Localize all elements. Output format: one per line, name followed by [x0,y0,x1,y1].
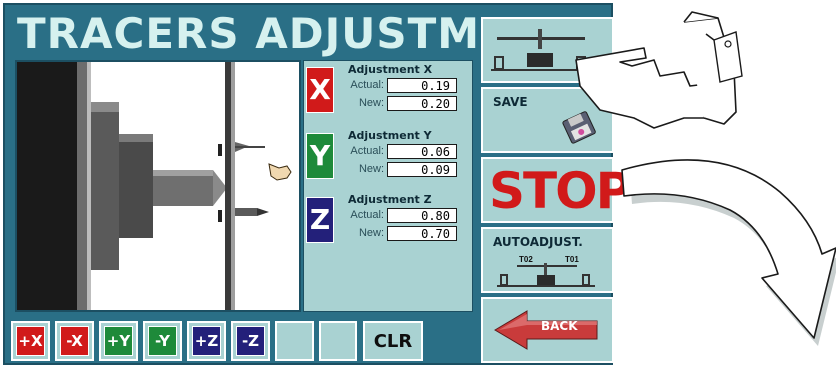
new-label: New: [358,227,384,239]
clear-label: CLR [373,330,413,352]
tracer-icon-stem [538,29,542,49]
adjustment-y-new-row: New: 0.09 [340,160,470,178]
tool-plate [225,62,231,310]
minus-z-button[interactable]: -Z [231,321,270,361]
axis-x-badge[interactable]: X [306,67,334,113]
minus-z-chip: -Z [236,326,265,356]
spindle-step-1 [91,102,119,270]
adjustment-y-title: Adjustment Y [348,129,432,142]
plus-z-chip: +Z [192,326,221,356]
adjustment-z-group: Adjustment Z Actual: 0.80 New: 0.70 [340,193,470,242]
minus-x-button[interactable]: -X [55,321,94,361]
adjustment-panel: X Adjustment X Actual: 0.19 New: 0.20 Y … [303,60,473,312]
tracer-pin-1 [218,144,222,156]
axis-y-badge[interactable]: Y [306,133,334,179]
actual-label: Actual: [350,209,384,221]
new-label: New: [358,97,384,109]
adjustment-y-actual-value: 0.06 [387,143,457,159]
chuck-body [17,62,77,310]
minus-x-chip: -X [60,326,89,356]
actual-label: Actual: [350,79,384,91]
adjustment-x-group: Adjustment X Actual: 0.19 New: 0.20 [340,63,470,112]
chuck-face [77,62,87,310]
adjustment-z-actual-row: Actual: 0.80 [340,206,470,224]
tool-plate-edge [231,62,235,310]
workpiece-highlight [153,170,213,176]
adjustment-z-title: Adjustment Z [348,193,432,206]
axis-z-badge[interactable]: Z [306,197,334,243]
new-label: New: [358,163,384,175]
actual-label: Actual: [350,145,384,157]
machine-view [15,60,301,312]
plus-y-button[interactable]: +Y [99,321,138,361]
pointer-hand-icon [268,163,292,181]
back-label: BACK [541,319,578,333]
spindle-step-2 [119,134,153,238]
minus-y-button[interactable]: -Y [143,321,182,361]
plus-x-chip: +X [16,326,45,356]
clear-button[interactable]: CLR [363,321,423,361]
minus-y-chip: -Y [148,326,177,356]
tracers-adjustment-panel: TRACERS ADJUSTMENT X Adjustment X Actual… [3,3,632,365]
empty-button[interactable] [275,321,314,361]
tracer-lower-body [235,208,257,216]
tracer-needle-lower [257,208,269,216]
large-pointing-hand-icon [575,11,737,129]
adjustment-x-actual-value: 0.19 [387,77,457,93]
plus-x-button[interactable]: +X [11,321,50,361]
autoadjust-label: AUTOADJUST. [493,235,583,249]
plus-z-button[interactable]: +Z [187,321,226,361]
tracer-pin-2 [218,210,222,222]
adjustment-x-new-input[interactable]: 0.20 [387,95,457,111]
adjustment-x-title: Adjustment X [348,63,433,76]
adjustment-z-actual-value: 0.80 [387,207,457,223]
adjustment-z-new-row: New: 0.70 [340,224,470,242]
empty-button-2[interactable] [319,321,357,361]
spindle-highlight-2 [119,134,153,142]
adjustment-y-new-input[interactable]: 0.09 [387,161,457,177]
adjustment-y-group: Adjustment Y Actual: 0.06 New: 0.09 [340,129,470,178]
adjustment-z-new-input[interactable]: 0.70 [387,225,457,241]
adjustment-x-new-row: New: 0.20 [340,94,470,112]
workpiece-tip [213,170,227,206]
lathe-illustration [17,62,292,310]
save-label: SAVE [493,95,528,109]
plus-y-chip: +Y [104,326,133,356]
adjustment-y-actual-row: Actual: 0.06 [340,142,470,160]
adjustment-x-actual-row: Actual: 0.19 [340,76,470,94]
tracer-icon-block [527,53,553,67]
curved-arrow-icon [621,159,836,346]
spindle-highlight-1 [91,102,119,112]
annotation-overlay [575,11,836,346]
tracer-icon-left-post [494,56,504,70]
chuck-edge [87,62,91,310]
